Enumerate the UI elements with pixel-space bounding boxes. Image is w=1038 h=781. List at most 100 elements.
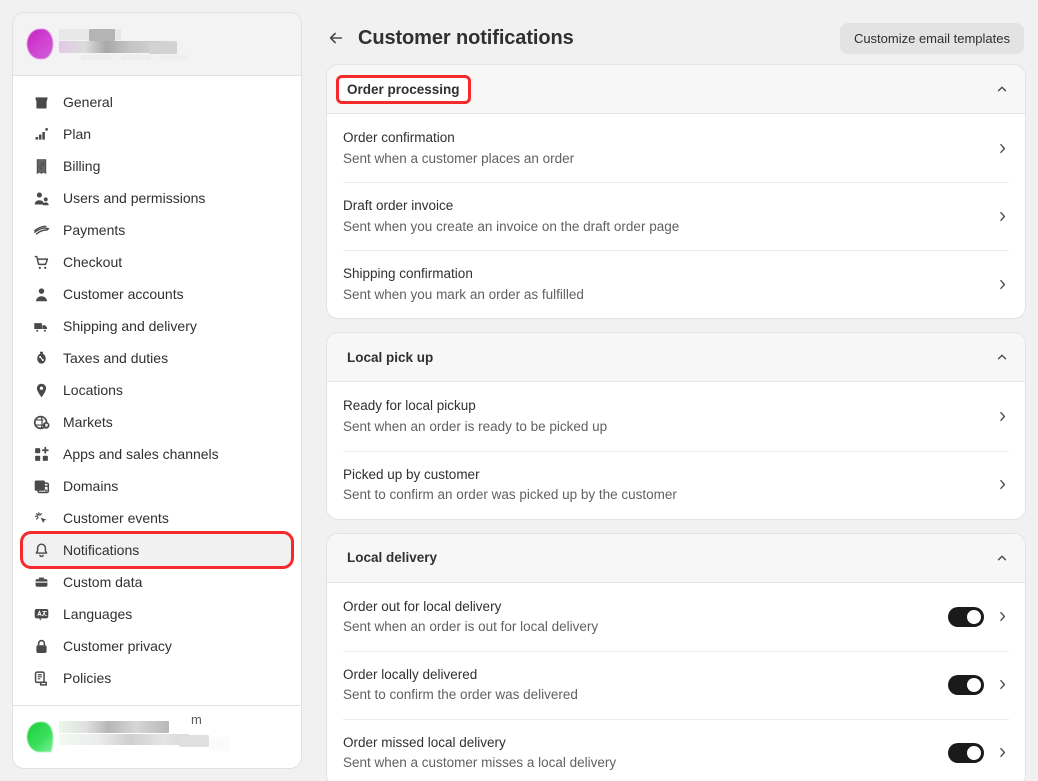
location-pin-icon <box>31 380 51 400</box>
footer-blurred-text <box>59 721 287 753</box>
chevron-right-icon[interactable] <box>996 410 1009 423</box>
notification-row[interactable]: Ready for local pickup Sent when an order… <box>327 382 1025 450</box>
notification-row[interactable]: Order locally delivered Sent to confirm t… <box>327 650 1025 719</box>
sidebar-item-label: General <box>63 94 113 110</box>
cart-icon <box>31 252 51 272</box>
row-title: Picked up by customer <box>343 466 480 482</box>
row-texts: Order locally delivered Sent to confirm t… <box>343 665 948 705</box>
settings-page: General Plan Billing Users and permissions P… <box>0 0 1038 781</box>
sidebar-item-label: Apps and sales channels <box>63 446 219 462</box>
tax-icon <box>31 348 51 368</box>
sidebar-item-plan[interactable]: Plan <box>23 118 291 150</box>
row-texts: Order missed local delivery Sent when a c… <box>343 733 948 773</box>
sidebar-item-label: Billing <box>63 158 101 174</box>
sidebar-item-label: Custom data <box>63 574 143 590</box>
chart-growth-icon <box>31 124 51 144</box>
chevron-right-icon[interactable] <box>996 746 1009 759</box>
chevron-up-icon[interactable] <box>995 350 1009 364</box>
sidebar-item-apps-and-sales-channels[interactable]: Apps and sales channels <box>23 438 291 470</box>
page-header: Customer notifications Customize email t… <box>326 12 1026 64</box>
sidebar-item-custom-data[interactable]: Custom data <box>23 566 291 598</box>
sidebar-item-domains[interactable]: Domains <box>23 470 291 502</box>
sidebar-item-checkout[interactable]: Checkout <box>23 246 291 278</box>
store-name-blurred <box>59 27 287 61</box>
sidebar-item-payments[interactable]: Payments <box>23 214 291 246</box>
row-texts: Ready for local pickup Sent when an order… <box>343 396 984 436</box>
sidebar-item-users-and-permissions[interactable]: Users and permissions <box>23 182 291 214</box>
arrow-left-icon[interactable] <box>322 24 350 52</box>
sidebar-item-label: Users and permissions <box>63 190 206 206</box>
sidebar-item-locations[interactable]: Locations <box>23 374 291 406</box>
notification-row[interactable]: Picked up by customer Sent to confirm an … <box>327 450 1025 519</box>
chevron-right-icon[interactable] <box>996 278 1009 291</box>
row-title: Order out for local delivery <box>343 598 502 614</box>
lock-icon <box>31 636 51 656</box>
notification-toggle[interactable] <box>948 742 984 763</box>
sidebar-item-general[interactable]: General <box>23 86 291 118</box>
users-icon <box>31 188 51 208</box>
sidebar-item-notifications[interactable]: Notifications <box>20 531 294 569</box>
sidebar-item-languages[interactable]: Languages <box>23 598 291 630</box>
sidebar-item-policies[interactable]: Policies <box>23 662 291 694</box>
domains-window-icon <box>31 476 51 496</box>
row-title: Order locally delivered <box>343 666 478 682</box>
row-texts: Order confirmation Sent when a customer p… <box>343 128 984 168</box>
apps-grid-icon <box>31 444 51 464</box>
row-texts: Order out for local delivery Sent when an… <box>343 597 948 637</box>
sidebar-item-label: Locations <box>63 382 123 398</box>
footer-text-fragment: m <box>191 712 202 727</box>
sidebar-item-label: Policies <box>63 670 112 686</box>
row-subtitle: Sent when an order is ready to be picked… <box>343 418 608 434</box>
sidebar-item-shipping-and-delivery[interactable]: Shipping and delivery <box>23 310 291 342</box>
row-title: Draft order invoice <box>343 198 454 214</box>
sidebar-item-taxes-and-duties[interactable]: Taxes and duties <box>23 342 291 374</box>
row-title: Order missed local delivery <box>343 734 506 750</box>
chevron-up-icon[interactable] <box>995 82 1009 96</box>
store-header[interactable] <box>13 13 301 76</box>
sidebar-item-label: Taxes and duties <box>63 350 169 366</box>
chevron-right-icon[interactable] <box>996 478 1009 491</box>
notification-row[interactable]: Order out for local delivery Sent when an… <box>327 583 1025 651</box>
notification-toggle[interactable] <box>948 606 984 627</box>
settings-sidebar: General Plan Billing Users and permissions P… <box>12 12 302 769</box>
sidebar-item-customer-events[interactable]: Customer events <box>23 502 291 534</box>
sidebar-item-label: Checkout <box>63 254 123 270</box>
chevron-right-icon[interactable] <box>996 210 1009 223</box>
delivery-truck-icon <box>31 316 51 336</box>
notification-toggle[interactable] <box>948 674 984 695</box>
row-subtitle: Sent to confirm the order was delivered <box>343 687 578 703</box>
row-subtitle: Sent to confirm an order was picked up b… <box>343 487 677 503</box>
sidebar-footer[interactable]: m <box>13 705 301 768</box>
bell-icon <box>31 540 51 560</box>
notification-row[interactable]: Order missed local delivery Sent when a c… <box>327 718 1025 781</box>
sidebar-item-label: Payments <box>63 222 126 238</box>
chevron-right-icon[interactable] <box>996 678 1009 691</box>
sidebar-nav: General Plan Billing Users and permissions P… <box>13 76 301 705</box>
chevron-right-icon[interactable] <box>996 142 1009 155</box>
section-header-order-processing[interactable]: Order processing <box>327 65 1025 114</box>
notification-row[interactable]: Order confirmation Sent when a customer p… <box>327 114 1025 182</box>
row-subtitle: Sent when a customer places an order <box>343 150 575 166</box>
sidebar-item-billing[interactable]: Billing <box>23 150 291 182</box>
notification-row[interactable]: Draft order invoice Sent when you create … <box>327 182 1025 250</box>
sidebar-item-label: Customer events <box>63 510 169 526</box>
customize-email-templates-button[interactable]: Customize email templates <box>839 22 1024 54</box>
row-texts: Picked up by customer Sent to confirm an … <box>343 465 984 505</box>
section-header-local-delivery[interactable]: Local delivery <box>327 533 1025 583</box>
row-title: Order confirmation <box>343 130 455 145</box>
sidebar-item-customer-accounts[interactable]: Customer accounts <box>23 278 291 310</box>
person-icon <box>31 284 51 304</box>
section-title: Local pick up <box>347 349 434 365</box>
sidebar-item-customer-privacy[interactable]: Customer privacy <box>23 630 291 662</box>
sidebar-item-markets[interactable]: Markets <box>23 406 291 438</box>
sidebar-item-label: Customer accounts <box>63 286 184 302</box>
database-icon <box>31 572 51 592</box>
sidebar-item-label: Plan <box>63 126 92 142</box>
store-logo-icon <box>27 29 53 59</box>
chevron-right-icon[interactable] <box>996 610 1009 623</box>
sidebar-item-label: Domains <box>63 478 119 494</box>
section-header-local-pick-up[interactable]: Local pick up <box>327 333 1025 383</box>
section-title: Local delivery <box>347 550 438 566</box>
chevron-up-icon[interactable] <box>995 551 1009 565</box>
notification-row[interactable]: Shipping confirmation Sent when you mark … <box>327 250 1025 318</box>
